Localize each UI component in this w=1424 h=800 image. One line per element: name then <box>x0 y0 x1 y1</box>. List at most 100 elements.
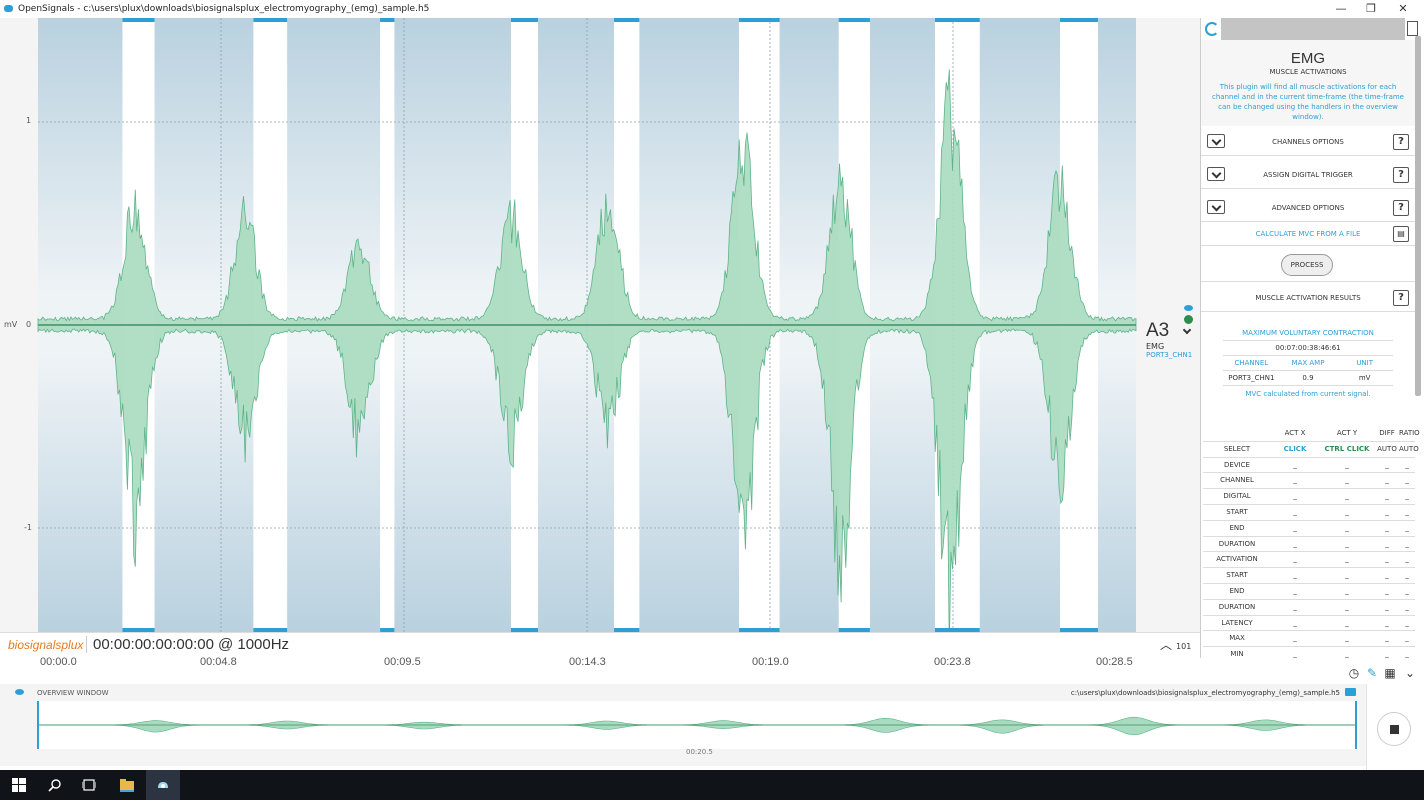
overview-window[interactable]: OVERVIEW WINDOW c:\users\plux\downloads\… <box>0 684 1366 766</box>
table-cell: _ <box>1405 492 1409 501</box>
table-cell: _ <box>1405 634 1409 643</box>
table-cell: _ <box>1293 602 1297 611</box>
help-button[interactable]: ? <box>1393 167 1409 183</box>
table-row: END _ _ _ _ <box>1203 584 1415 600</box>
sampling-rate: @ 1000Hz <box>217 636 290 653</box>
panel-tab-handle[interactable] <box>1221 18 1405 40</box>
clock-icon[interactable]: ◷ <box>1346 666 1362 682</box>
channels-options-row[interactable]: CHANNELS OPTIONS ? <box>1201 128 1415 156</box>
x-tick: 00:19.0 <box>752 656 789 668</box>
folder-icon[interactable] <box>1345 688 1356 696</box>
table-cell[interactable]: AUTO <box>1399 442 1419 457</box>
assign-trigger-row[interactable]: ASSIGN DIGITAL TRIGGER ? <box>1201 161 1415 189</box>
calc-mvc-link[interactable]: CALCULATE MVC FROM A FILE <box>1229 222 1387 246</box>
help-button[interactable]: ? <box>1393 134 1409 150</box>
table-row: DURATION _ _ _ _ <box>1203 537 1415 553</box>
panel-scrollbar[interactable] <box>1415 36 1421 396</box>
table-cell: _ <box>1293 460 1297 469</box>
table-row: ACTIVATION _ _ _ _ <box>1203 552 1415 569</box>
table-cell: _ <box>1293 492 1297 501</box>
table-cell: _ <box>1385 650 1389 658</box>
table-cell: DURATION <box>1218 539 1256 548</box>
grid-view-icon[interactable]: ▦ <box>1382 666 1398 682</box>
table-cell: _ <box>1293 571 1297 580</box>
mvc-header: MAX AMP <box>1279 356 1337 371</box>
chevron-down-icon[interactable] <box>1207 200 1225 214</box>
chevron-down-icon[interactable]: ⌄ <box>1402 666 1418 682</box>
file-icon[interactable]: ▤ <box>1393 226 1409 242</box>
table-cell: _ <box>1385 571 1389 580</box>
close-button[interactable]: ✕ <box>1388 0 1418 18</box>
start-button[interactable] <box>2 770 36 800</box>
table-cell[interactable]: CLICK <box>1271 442 1319 457</box>
time-bar: biosignalsplux 00:00:00:00:00:00 @ 1000Hz… <box>0 632 1200 656</box>
advanced-options-label: ADVANCED OPTIONS <box>1271 204 1345 212</box>
table-cell: END <box>1229 523 1245 532</box>
signal-plot-area[interactable]: 1 mV 0 -1 A3 EMG PORT3_CHN1 <box>0 18 1200 632</box>
table-cell: _ <box>1293 555 1297 564</box>
table-cell: _ <box>1385 539 1389 548</box>
chevron-up-icon[interactable]: ︿ <box>1160 638 1172 652</box>
table-cell: _ <box>1345 507 1349 516</box>
chevron-down-icon[interactable] <box>1207 134 1225 148</box>
table-cell: _ <box>1385 460 1389 469</box>
task-view-button[interactable] <box>72 770 106 800</box>
table-cell[interactable]: CTRL CLICK <box>1319 442 1375 457</box>
emg-signal-plot[interactable] <box>0 18 1200 632</box>
table-row: LATENCY _ _ _ _ <box>1203 616 1415 632</box>
table-row: START _ _ _ _ <box>1203 505 1415 521</box>
table-cell: _ <box>1385 602 1389 611</box>
table-cell: _ <box>1293 650 1297 658</box>
process-button[interactable]: PROCESS <box>1281 254 1333 276</box>
opensignals-taskbar-button[interactable] <box>146 770 180 800</box>
table-cell: _ <box>1345 571 1349 580</box>
channel-color-icon[interactable] <box>1184 315 1193 324</box>
x-tick: 00:28.5 <box>1096 656 1133 668</box>
emg-plugin-panel: EMG MUSCLE ACTIVATIONS This plugin will … <box>1200 18 1424 658</box>
advanced-options-row[interactable]: ADVANCED OPTIONS ? <box>1201 194 1415 222</box>
channel-label[interactable]: A3 EMG PORT3_CHN1 <box>1146 320 1196 359</box>
overview-file-path: c:\users\plux\downloads\biosignalsplux_e… <box>1070 689 1340 697</box>
overview-right-handle <box>1355 701 1357 749</box>
channels-options-label: CHANNELS OPTIONS <box>1272 138 1344 146</box>
table-header-row: ACT X ACT Y DIFF RATIO <box>1203 426 1420 442</box>
minimize-button[interactable]: — <box>1326 0 1356 18</box>
results-row[interactable]: MUSCLE ACTIVATION RESULTS ? <box>1201 284 1415 312</box>
table-cell: RATIO <box>1399 429 1420 437</box>
document-icon[interactable] <box>1407 21 1418 36</box>
chevron-down-icon[interactable] <box>1207 167 1225 181</box>
table-cell: LATENCY <box>1221 618 1253 627</box>
table-cell: DEVICE <box>1224 460 1250 469</box>
calc-mvc-row[interactable]: CALCULATE MVC FROM A FILE ▤ <box>1201 222 1415 246</box>
table-cell: _ <box>1385 586 1389 595</box>
table-cell: ACT Y <box>1336 429 1358 437</box>
table-cell: _ <box>1405 539 1409 548</box>
table-cell: _ <box>1405 523 1409 532</box>
help-button[interactable]: ? <box>1393 290 1409 306</box>
plugin-icon[interactable] <box>1205 22 1219 36</box>
help-button[interactable]: ? <box>1393 200 1409 216</box>
title-bar: OpenSignals - c:\users\plux\downloads\bi… <box>0 0 1424 18</box>
plugin-icon[interactable]: ✎ <box>1364 666 1380 682</box>
stop-button[interactable] <box>1377 712 1411 746</box>
zoom-control[interactable]: ︿ 101 <box>1160 636 1191 653</box>
window-title: OpenSignals - c:\users\plux\downloads\bi… <box>18 4 430 14</box>
x-axis-ticks: 00:00.0 00:04.8 00:09.5 00:14.3 00:19.0 … <box>0 656 1200 670</box>
channel-visibility-icon[interactable] <box>1184 305 1193 311</box>
overview-left-handle <box>37 701 39 749</box>
search-button[interactable] <box>38 770 72 800</box>
table-row: CHANNEL _ _ _ _ <box>1203 473 1415 490</box>
panel-subtitle: MUSCLE ACTIVATIONS <box>1269 68 1347 76</box>
panel-header: EMG MUSCLE ACTIVATIONS This plugin will … <box>1201 40 1415 126</box>
overview-signal[interactable] <box>37 701 1359 749</box>
opensignals-window: OpenSignals - c:\users\plux\downloads\bi… <box>0 0 1424 800</box>
table-cell: ACTIVATION <box>1216 555 1258 564</box>
table-cell: _ <box>1345 523 1349 532</box>
table-cell[interactable]: AUTO <box>1375 442 1399 457</box>
maximize-button[interactable]: ❐ <box>1356 0 1386 18</box>
file-explorer-button[interactable] <box>110 770 144 800</box>
x-tick: 00:23.8 <box>934 656 971 668</box>
table-cell: _ <box>1345 476 1349 485</box>
table-cell: _ <box>1385 523 1389 532</box>
eye-icon[interactable] <box>15 689 24 695</box>
